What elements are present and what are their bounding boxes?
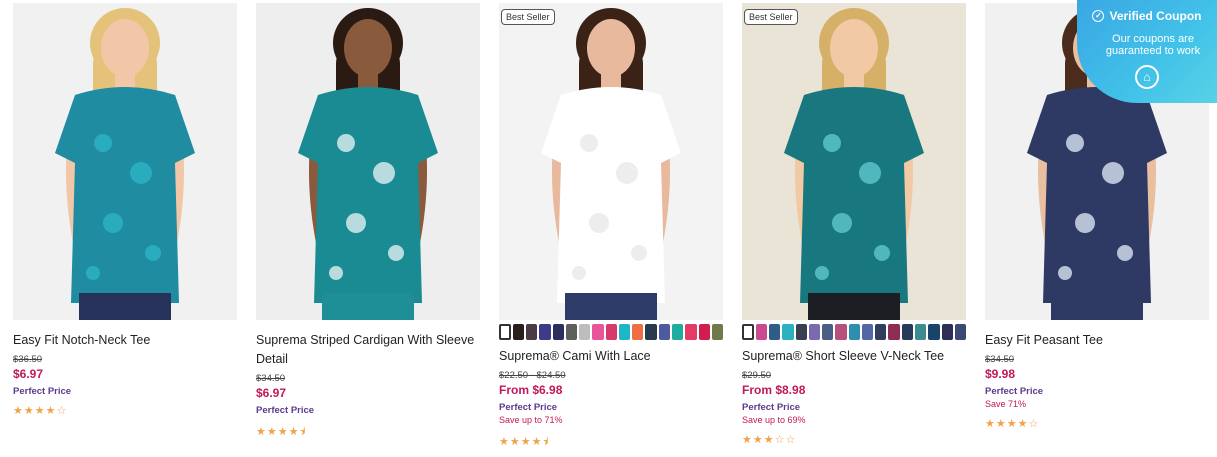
star-rating: ★★★★☆ xyxy=(985,418,1040,430)
sale-price: $9.98 xyxy=(985,367,1016,381)
original-price: $36.50 xyxy=(13,354,43,365)
color-swatch[interactable] xyxy=(782,324,794,340)
color-swatch[interactable] xyxy=(685,324,697,340)
color-swatch[interactable] xyxy=(888,324,900,340)
perfect-price-label: Perfect Price xyxy=(13,386,72,397)
perfect-price-label: Perfect Price xyxy=(742,402,801,413)
color-swatch[interactable] xyxy=(848,324,860,340)
color-swatch[interactable] xyxy=(742,324,754,340)
original-price: $34.50 xyxy=(256,373,286,384)
color-swatch[interactable] xyxy=(769,324,781,340)
color-swatches xyxy=(742,324,967,340)
color-swatch[interactable] xyxy=(795,324,807,340)
color-swatch[interactable] xyxy=(671,324,684,340)
product-name[interactable]: Suprema® Cami With Lace xyxy=(499,347,723,366)
color-swatch[interactable] xyxy=(579,324,591,340)
star-rating: ★★★☆☆ xyxy=(742,434,797,446)
color-swatch[interactable] xyxy=(861,324,874,340)
color-swatch[interactable] xyxy=(526,324,538,340)
sale-price: From $8.98 xyxy=(742,383,806,397)
product-card[interactable]: Best Seller Suprema® Short Sleeve V-Neck… xyxy=(742,3,967,452)
color-swatch[interactable] xyxy=(875,324,887,340)
star-rating: ★★★★⯨ xyxy=(499,436,550,448)
product-name[interactable]: Easy Fit Peasant Tee xyxy=(985,331,1209,350)
check-circle-icon: ✓ xyxy=(1092,10,1105,22)
color-swatch[interactable] xyxy=(755,324,768,340)
best-seller-badge: Best Seller xyxy=(744,9,798,25)
color-swatch[interactable] xyxy=(645,324,657,340)
save-percent: Save up to 71% xyxy=(499,415,563,425)
product-name[interactable]: Suprema® Short Sleeve V-Neck Tee xyxy=(742,347,966,366)
best-seller-badge: Best Seller xyxy=(501,9,555,25)
original-price: $22.50 - $24.50 xyxy=(499,370,566,381)
product-card[interactable]: Easy Fit Notch-Neck Tee $36.50 $6.97 Per… xyxy=(13,3,237,452)
model-photo xyxy=(256,3,480,320)
product-name[interactable]: Easy Fit Notch-Neck Tee xyxy=(13,331,237,350)
color-swatch[interactable] xyxy=(605,324,617,340)
color-swatch[interactable] xyxy=(565,324,578,340)
model-photo xyxy=(13,3,237,320)
color-swatch[interactable] xyxy=(512,324,525,340)
sale-price: $6.97 xyxy=(256,386,287,400)
perfect-price-label: Perfect Price xyxy=(499,402,558,413)
product-image[interactable]: Best Seller xyxy=(499,3,723,320)
color-swatch[interactable] xyxy=(552,324,564,340)
original-price: $29.50 xyxy=(742,370,772,381)
color-swatch[interactable] xyxy=(941,324,953,340)
sale-price: From $6.98 xyxy=(499,383,563,397)
model-photo xyxy=(742,3,966,320)
shield-icon: ⌂ xyxy=(1135,65,1159,89)
star-rating: ★★★★☆ xyxy=(13,405,68,417)
color-swatch[interactable] xyxy=(954,324,967,340)
color-swatches xyxy=(499,324,724,340)
product-image[interactable]: Best Seller xyxy=(742,3,966,320)
color-swatch[interactable] xyxy=(632,324,644,340)
product-image[interactable] xyxy=(13,3,237,320)
product-grid: Easy Fit Notch-Neck Tee $36.50 $6.97 Per… xyxy=(13,3,1209,452)
product-card[interactable]: Suprema Striped Cardigan With Sleeve Det… xyxy=(256,3,480,452)
perfect-price-label: Perfect Price xyxy=(256,405,315,416)
color-swatch[interactable] xyxy=(658,324,670,340)
color-swatch[interactable] xyxy=(698,324,710,340)
product-image[interactable] xyxy=(256,3,480,320)
color-swatch[interactable] xyxy=(808,324,821,340)
sale-price: $6.97 xyxy=(13,367,44,381)
perfect-price-label: Perfect Price xyxy=(985,386,1044,397)
coupon-title-row: ✓ Verified Coupon xyxy=(1077,9,1217,23)
coupon-subtitle: Our coupons are guaranteed to work xyxy=(1105,33,1201,57)
verified-coupon-banner[interactable]: ✓ Verified Coupon Our coupons are guaran… xyxy=(1077,0,1217,103)
color-swatch[interactable] xyxy=(914,324,927,340)
color-swatch[interactable] xyxy=(928,324,940,340)
color-swatch[interactable] xyxy=(618,324,631,340)
save-percent: Save up to 69% xyxy=(742,415,806,425)
color-swatch[interactable] xyxy=(822,324,834,340)
color-swatch[interactable] xyxy=(711,324,724,340)
product-card[interactable]: Best Seller Suprema® Cami With Lace $22.… xyxy=(499,3,724,452)
original-price: $34.50 xyxy=(985,354,1015,365)
star-rating: ★★★★⯨ xyxy=(256,426,307,438)
save-percent: Save 71% xyxy=(985,399,1027,409)
product-name[interactable]: Suprema Striped Cardigan With Sleeve Det… xyxy=(256,331,480,369)
model-photo xyxy=(499,3,723,320)
color-swatch[interactable] xyxy=(539,324,551,340)
coupon-title: Verified Coupon xyxy=(1109,9,1202,23)
color-swatch[interactable] xyxy=(499,324,511,340)
color-swatch[interactable] xyxy=(592,324,604,340)
color-swatch[interactable] xyxy=(835,324,847,340)
color-swatch[interactable] xyxy=(901,324,913,340)
